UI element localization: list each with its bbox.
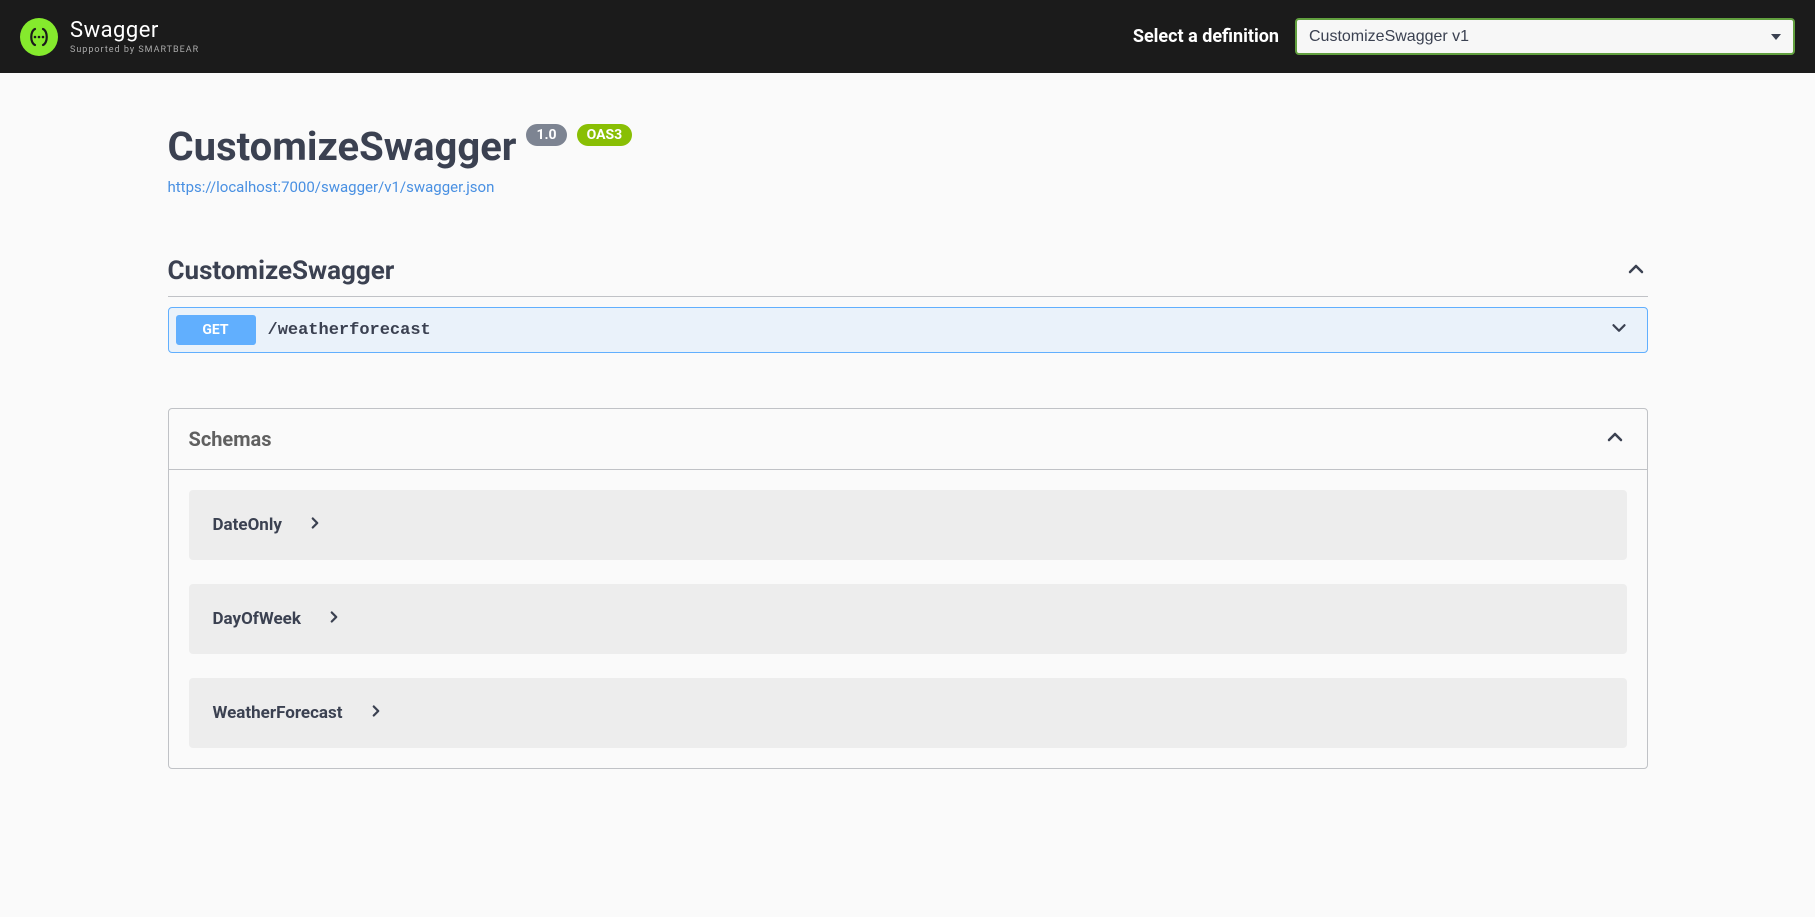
tag-header[interactable]: CustomizeSwagger xyxy=(168,246,1648,297)
schema-item[interactable]: DayOfWeek xyxy=(189,584,1627,654)
api-info: CustomizeSwagger 1.0 OAS3 https://localh… xyxy=(168,123,1648,196)
schemas-section: Schemas DateOnly DayOfWeek xyxy=(168,408,1648,769)
topbar-logo[interactable]: Swagger Supported by SMARTBEAR xyxy=(20,18,199,56)
definition-select-label: Select a definition xyxy=(1133,26,1279,47)
chevron-right-icon xyxy=(306,514,324,536)
schemas-title: Schemas xyxy=(189,427,272,451)
schema-name: DayOfWeek xyxy=(213,609,301,629)
spec-url-link[interactable]: https://localhost:7000/swagger/v1/swagge… xyxy=(168,178,495,196)
swagger-logo-icon xyxy=(20,18,58,56)
http-method-badge: GET xyxy=(176,315,256,345)
version-badge: 1.0 xyxy=(526,124,566,146)
chevron-right-icon xyxy=(367,702,385,724)
schemas-header[interactable]: Schemas xyxy=(169,409,1647,470)
operation-row[interactable]: GET /weatherforecast xyxy=(168,307,1648,353)
topbar: Swagger Supported by SMARTBEAR Select a … xyxy=(0,0,1815,73)
tag-section: CustomizeSwagger GET /weatherforecast xyxy=(168,246,1648,353)
oas-badge: OAS3 xyxy=(577,124,633,146)
logo-brand-text: Swagger xyxy=(70,18,199,43)
operation-path: /weatherforecast xyxy=(268,321,431,340)
logo-sub-text: Supported by SMARTBEAR xyxy=(70,45,199,55)
schema-item[interactable]: WeatherForecast xyxy=(189,678,1627,748)
schema-name: DateOnly xyxy=(213,515,282,535)
api-title: CustomizeSwagger xyxy=(168,123,517,170)
schema-item[interactable]: DateOnly xyxy=(189,490,1627,560)
chevron-right-icon xyxy=(325,608,343,630)
tag-name: CustomizeSwagger xyxy=(168,256,395,286)
chevron-down-icon xyxy=(1608,317,1630,343)
definition-select[interactable]: CustomizeSwagger v1 xyxy=(1295,18,1795,55)
chevron-up-icon xyxy=(1624,257,1648,285)
chevron-up-icon xyxy=(1603,425,1627,453)
schema-name: WeatherForecast xyxy=(213,703,343,723)
